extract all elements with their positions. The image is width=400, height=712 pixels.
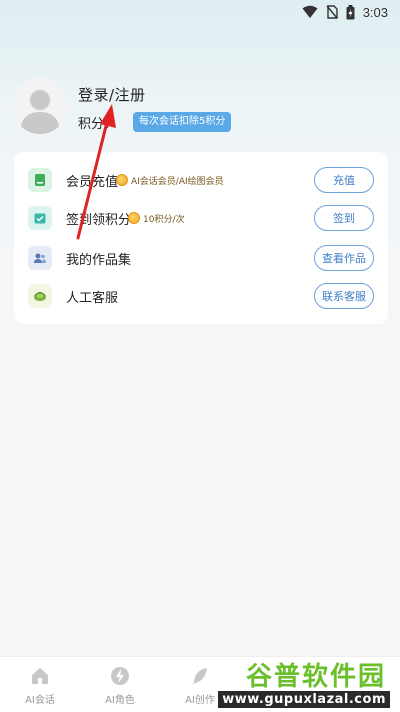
- nav-item-ai-role[interactable]: AI角色: [80, 657, 160, 712]
- book-icon: [28, 168, 52, 192]
- menu-label: 我的作品集: [66, 252, 132, 268]
- battery-icon: [346, 4, 355, 19]
- coin-icon: [116, 174, 128, 186]
- login-register-link[interactable]: 登录/注册: [78, 84, 146, 105]
- checkin-points-tag: 10积分/次: [128, 212, 185, 225]
- points-label: 积分：: [78, 116, 118, 132]
- headset-icon: [28, 284, 52, 308]
- nav-label: AI创作: [185, 694, 215, 706]
- wifi-icon: [302, 5, 318, 18]
- avatar[interactable]: [12, 78, 68, 134]
- nav-label: AI会话: [25, 694, 55, 706]
- watermark-url: www.gupuxlazal.com: [218, 691, 390, 708]
- menu-label: 会员充值: [66, 174, 119, 190]
- menu-label: 人工客服: [66, 290, 119, 306]
- user-placeholder-icon: [20, 90, 60, 134]
- status-time: 3:03: [362, 4, 388, 20]
- nav-label: AI角色: [105, 694, 135, 706]
- menu-row-checkin[interactable]: 签到领积分 10积分/次 签到: [14, 198, 388, 238]
- recharge-button[interactable]: 充值: [314, 167, 374, 193]
- users-icon: [28, 246, 52, 270]
- checkin-button[interactable]: 签到: [314, 205, 374, 231]
- lightning-icon: [111, 666, 129, 685]
- membership-tag: AI会话会员/AI绘图会员: [116, 174, 224, 187]
- watermark-title: 谷普软件园: [245, 662, 386, 692]
- menu-row-portfolio[interactable]: 我的作品集 查看作品: [14, 238, 388, 278]
- no-sim-icon: [326, 5, 338, 19]
- view-works-button[interactable]: 查看作品: [314, 245, 374, 271]
- points-cost-badge: 每次会话扣除5积分: [133, 112, 232, 132]
- menu-row-recharge[interactable]: 会员充值 AI会话会员/AI绘图会员 充值: [14, 160, 388, 200]
- menu-label: 签到领积分: [66, 212, 132, 228]
- menu-card: 会员充值 AI会话会员/AI绘图会员 充值 签到领积分 10积分/次 签到 我的…: [14, 152, 388, 324]
- points-row: 积分： 每次会话扣除5积分: [78, 112, 232, 132]
- menu-row-support[interactable]: 人工客服 联系客服: [14, 276, 388, 316]
- home-icon: [32, 667, 48, 684]
- status-bar: 3:03: [0, 0, 400, 24]
- calendar-check-icon: [28, 206, 52, 230]
- feather-icon: [193, 667, 207, 685]
- watermark: 谷普软件园 www.gupuxlazal.com: [214, 656, 394, 708]
- coin-icon: [128, 212, 140, 224]
- profile-header: 登录/注册 积分： 每次会话扣除5积分: [12, 78, 388, 138]
- contact-support-button[interactable]: 联系客服: [314, 283, 374, 309]
- nav-item-ai-chat[interactable]: AI会话: [0, 657, 80, 712]
